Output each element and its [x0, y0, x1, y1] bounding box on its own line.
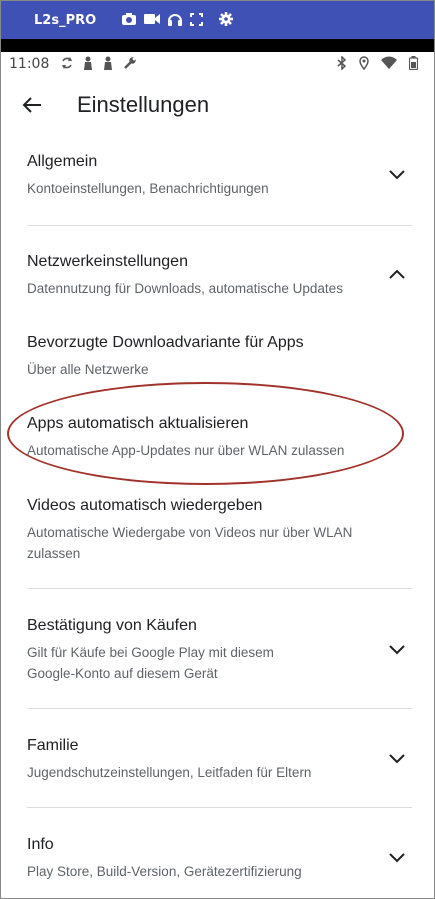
- settings-item-autoplay-videos[interactable]: Videos automatisch wiedergeben Automatis…: [1, 497, 434, 564]
- item-subtitle-line1: Automatische Wiedergabe von Videos nur ü…: [27, 525, 353, 540]
- back-arrow-icon[interactable]: [21, 94, 43, 116]
- video-camera-icon[interactable]: [144, 13, 161, 27]
- chevron-down-icon[interactable]: [388, 750, 406, 768]
- item-title: Familie: [27, 737, 79, 754]
- item-subtitle-line1: Gilt für Käufe bei Google Play mit diese…: [27, 645, 274, 660]
- item-subtitle: Automatische App-Updates nur über WLAN z…: [27, 443, 345, 458]
- item-subtitle-line2: zulassen: [27, 546, 81, 561]
- divider: [27, 708, 412, 709]
- chevron-down-icon[interactable]: [388, 641, 406, 659]
- item-title: Bevorzugte Downloadvariante für Apps: [27, 334, 304, 351]
- item-subtitle: Jugendschutzeinstellungen, Leitfaden für…: [27, 765, 312, 780]
- divider: [27, 225, 412, 226]
- item-subtitle: Über alle Netzwerke: [27, 362, 149, 377]
- location-icon: [359, 56, 369, 73]
- device-name: L2s_PRO: [34, 12, 97, 28]
- item-subtitle: Kontoeinstellungen, Benachrichtigungen: [27, 181, 269, 196]
- item-subtitle-line2: Google-Konto auf diesem Gerät: [27, 666, 218, 681]
- chevron-down-icon[interactable]: [388, 166, 406, 184]
- person-pin-icon: [83, 56, 93, 73]
- remote-toolbar: L2s_PRO: [1, 1, 434, 39]
- settings-item-info[interactable]: Info Play Store, Build-Version, Geräteze…: [1, 836, 434, 882]
- wifi-icon: [381, 56, 397, 73]
- screen: L2s_PRO 11:08 Einstellungen Allgemein Ko…: [0, 0, 435, 899]
- bluetooth-icon: [337, 55, 347, 73]
- gear-icon[interactable]: [219, 12, 234, 28]
- headset-icon[interactable]: [168, 13, 183, 28]
- chevron-down-icon[interactable]: [388, 849, 406, 867]
- sync-icon: [61, 56, 73, 73]
- screen-bezel: [1, 39, 434, 52]
- battery-icon: [408, 56, 419, 73]
- settings-item-allgemein[interactable]: Allgemein Kontoeinstellungen, Benachrich…: [1, 153, 434, 199]
- chevron-up-icon[interactable]: [388, 265, 406, 283]
- item-title: Bestätigung von Käufen: [27, 617, 197, 634]
- item-title: Allgemein: [27, 153, 98, 170]
- settings-item-download-preference[interactable]: Bevorzugte Downloadvariante für Apps Übe…: [1, 334, 434, 380]
- fullscreen-icon[interactable]: [190, 12, 204, 28]
- status-bar: 11:08: [1, 52, 434, 76]
- item-title: Netzwerkeinstellungen: [27, 253, 188, 270]
- divider: [27, 807, 412, 808]
- item-subtitle: Datennutzung für Downloads, automatische…: [27, 281, 343, 296]
- app-bar: Einstellungen: [1, 86, 434, 124]
- item-title: Videos automatisch wiedergeben: [27, 497, 263, 514]
- item-title: Info: [27, 836, 54, 853]
- person-pin-icon-2: [103, 56, 113, 73]
- wrench-icon: [123, 56, 137, 73]
- settings-item-netzwerkeinstellungen[interactable]: Netzwerkeinstellungen Datennutzung für D…: [1, 253, 434, 299]
- item-title: Apps automatisch aktualisieren: [27, 415, 249, 432]
- page-title: Einstellungen: [77, 92, 210, 117]
- settings-item-purchase-confirmation[interactable]: Bestätigung von Käufen Gilt für Käufe be…: [1, 617, 434, 684]
- status-time: 11:08: [9, 56, 50, 72]
- settings-item-auto-update-apps[interactable]: Apps automatisch aktualisieren Automatis…: [1, 415, 434, 461]
- camera-icon[interactable]: [122, 13, 137, 27]
- settings-item-familie[interactable]: Familie Jugendschutzeinstellungen, Leitf…: [1, 737, 434, 783]
- item-subtitle: Play Store, Build-Version, Gerätezertifi…: [27, 864, 302, 879]
- toolbar-icons: [122, 12, 234, 28]
- divider: [27, 588, 412, 589]
